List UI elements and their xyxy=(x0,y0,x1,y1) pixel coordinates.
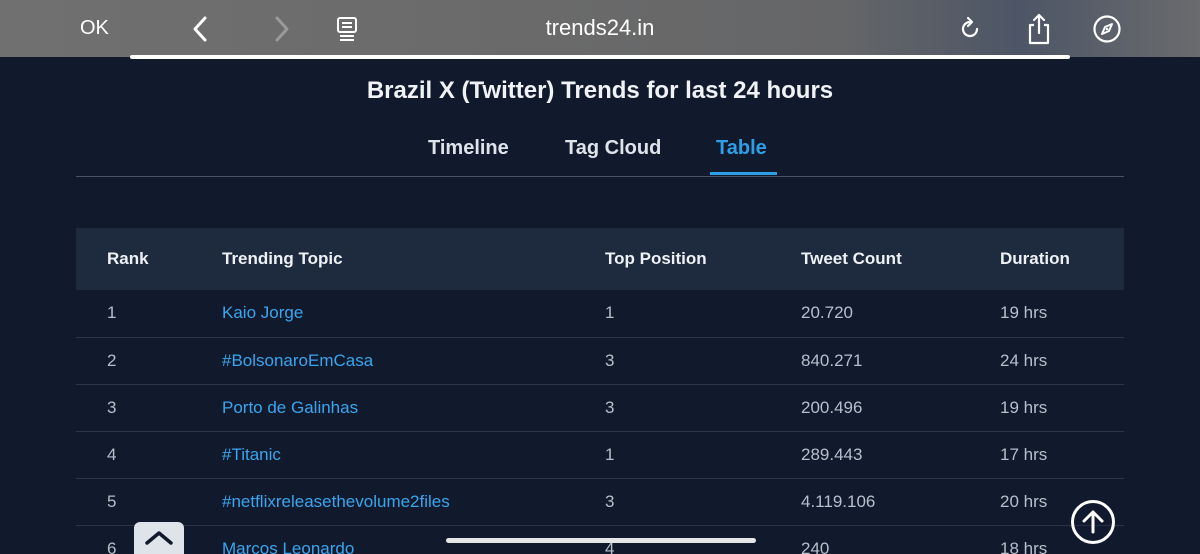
rank-cell: 3 xyxy=(76,384,222,432)
view-tabs: Timeline Tag Cloud Table xyxy=(76,130,1124,177)
top-position-cell: 1 xyxy=(605,431,801,479)
duration-cell: 17 hrs xyxy=(1000,431,1124,479)
table-row: 5 #netflixreleasethevolume2files 3 4.119… xyxy=(76,478,1124,526)
active-tab-indicator xyxy=(710,172,777,175)
trends-table: Rank Trending Topic Top Position Tweet C… xyxy=(76,228,1124,554)
table-header-row: Rank Trending Topic Top Position Tweet C… xyxy=(76,228,1124,290)
tweet-count-cell: 240 xyxy=(801,525,1000,554)
column-header-duration[interactable]: Duration xyxy=(1000,228,1124,290)
page-title: Brazil X (Twitter) Trends for last 24 ho… xyxy=(366,77,834,104)
column-header-tweet-count[interactable]: Tweet Count xyxy=(801,228,1000,290)
duration-cell: 24 hrs xyxy=(1000,337,1124,385)
rank-cell: 1 xyxy=(76,290,222,338)
top-position-cell: 3 xyxy=(605,337,801,385)
topic-link[interactable]: #BolsonaroEmCasa xyxy=(222,337,605,385)
duration-cell: 19 hrs xyxy=(1000,290,1124,338)
table-row: 3 Porto de Galinhas 3 200.496 19 hrs xyxy=(76,384,1124,432)
tweet-count-cell: 20.720 xyxy=(801,290,1000,338)
address-bar[interactable]: trends24.in xyxy=(0,15,1200,41)
topic-link[interactable]: #Titanic xyxy=(222,431,605,479)
topic-link[interactable]: Porto de Galinhas xyxy=(222,384,605,432)
rank-cell: 4 xyxy=(76,431,222,479)
top-position-cell: 1 xyxy=(605,290,801,338)
home-indicator xyxy=(446,538,756,543)
share-icon[interactable] xyxy=(1022,12,1056,46)
browser-toolbar: OK trends24.in xyxy=(0,0,1200,57)
tab-timeline[interactable]: Timeline xyxy=(428,137,509,160)
chevron-up-icon xyxy=(145,531,173,545)
top-position-cell: 3 xyxy=(605,384,801,432)
rank-cell: 5 xyxy=(76,478,222,526)
column-header-rank[interactable]: Rank xyxy=(76,228,222,290)
compass-icon[interactable] xyxy=(1090,12,1124,46)
topic-link[interactable]: #netflixreleasethevolume2files xyxy=(222,478,605,526)
page-load-progress xyxy=(130,55,1070,59)
tweet-count-cell: 200.496 xyxy=(801,384,1000,432)
tab-table[interactable]: Table xyxy=(716,137,767,160)
table-row: 4 #Titanic 1 289.443 17 hrs xyxy=(76,431,1124,479)
tweet-count-cell: 840.271 xyxy=(801,337,1000,385)
rank-cell: 2 xyxy=(76,337,222,385)
duration-cell: 19 hrs xyxy=(1000,384,1124,432)
table-row: 2 #BolsonaroEmCasa 3 840.271 24 hrs xyxy=(76,337,1124,385)
collapse-toolbar-button[interactable] xyxy=(134,522,184,554)
top-position-cell: 3 xyxy=(605,478,801,526)
tweet-count-cell: 4.119.106 xyxy=(801,478,1000,526)
column-header-topic[interactable]: Trending Topic xyxy=(222,228,605,290)
tab-tag-cloud[interactable]: Tag Cloud xyxy=(565,137,661,160)
table-row: 1 Kaio Jorge 1 20.720 19 hrs xyxy=(76,290,1124,338)
column-header-top-position[interactable]: Top Position xyxy=(605,228,801,290)
tweet-count-cell: 289.443 xyxy=(801,431,1000,479)
scroll-to-top-button[interactable] xyxy=(1071,500,1115,544)
topic-link[interactable]: Kaio Jorge xyxy=(222,290,605,338)
arrow-up-icon xyxy=(1082,510,1104,534)
reload-icon[interactable] xyxy=(953,12,987,46)
